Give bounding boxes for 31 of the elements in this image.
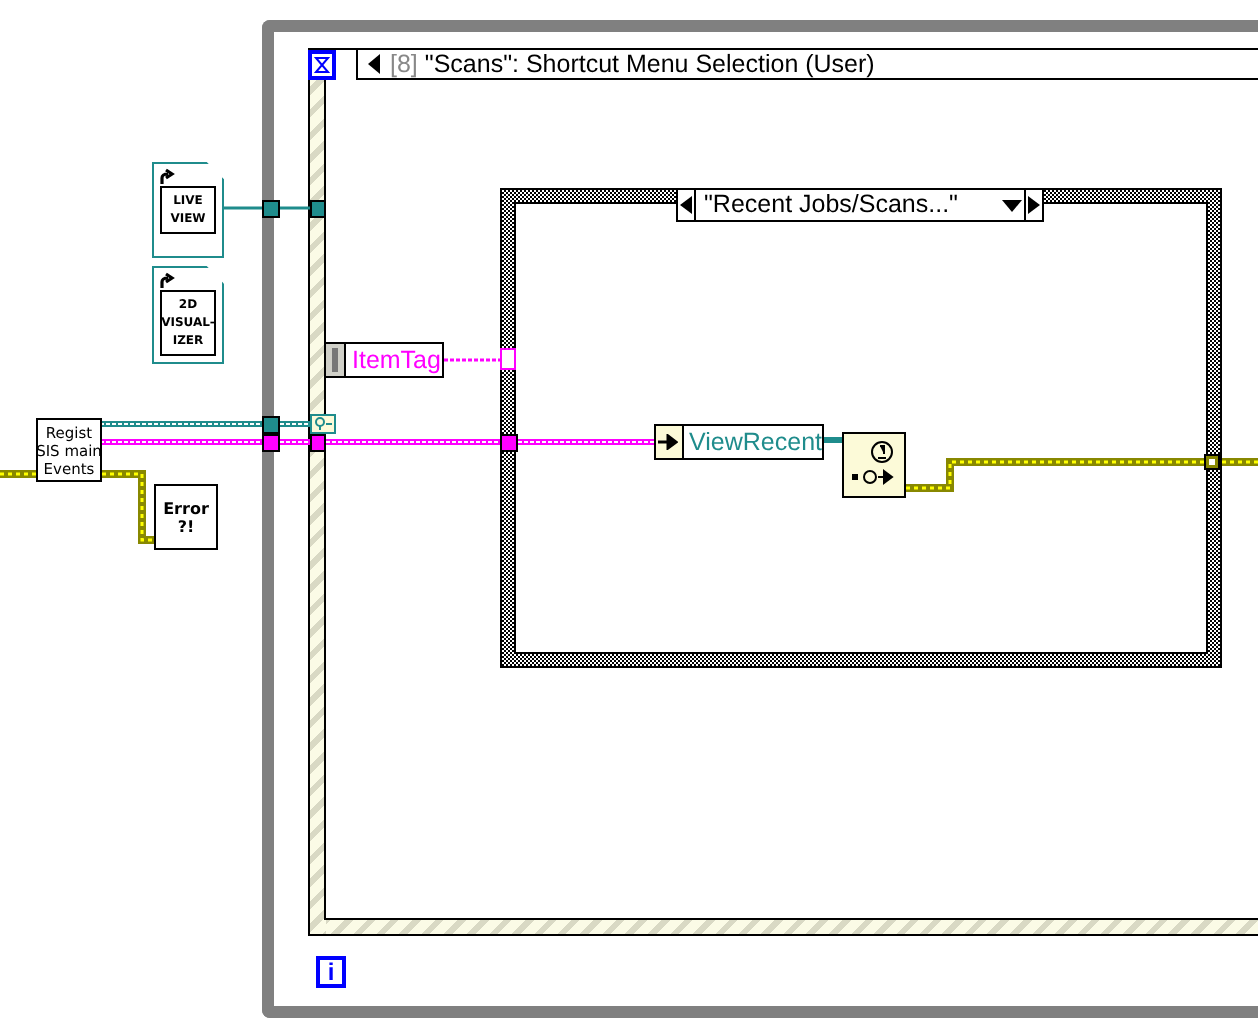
cluster-wire — [279, 439, 311, 445]
loop-iteration-terminal: i — [316, 956, 346, 988]
decrement-arrow-icon[interactable] — [680, 196, 692, 214]
reference-wire — [222, 206, 262, 210]
case-selector[interactable]: "Recent Jobs/Scans..." — [676, 188, 1044, 222]
enum-constant[interactable]: ViewRecent — [654, 424, 824, 460]
arrow-icon — [658, 434, 679, 450]
dropdown-caret-icon[interactable] — [1000, 197, 1024, 213]
enum-value-label: ViewRecent — [687, 426, 822, 458]
shortcut-arrow-icon — [158, 272, 176, 290]
event-data-terminal-icon — [310, 414, 336, 434]
reference-wire — [280, 206, 310, 210]
event-case-label: [8] "Scans": Shortcut Menu Selection (User) — [390, 50, 875, 78]
error-wire — [102, 470, 154, 544]
string-wire — [444, 358, 500, 362]
error-wire — [1222, 458, 1258, 466]
event-registration-wire — [279, 421, 311, 427]
increment-arrow-icon[interactable] — [1028, 196, 1040, 214]
error-wire — [0, 470, 36, 478]
decrement-arrow-icon[interactable] — [366, 54, 382, 74]
error-handler-node[interactable]: Error ?! — [154, 484, 218, 550]
tunnel — [262, 200, 280, 218]
unbundle-element-label: ItemTag — [350, 344, 441, 376]
hourglass-icon — [308, 50, 336, 80]
event-case-selector[interactable]: [8] "Scans": Shortcut Menu Selection (User) — [356, 48, 1258, 80]
shortcut-arrow-icon — [158, 168, 176, 186]
function-node-icon[interactable] — [842, 432, 906, 498]
case-selector-label: "Recent Jobs/Scans..." — [702, 190, 960, 220]
node-label-line: Error — [163, 499, 209, 517]
node-label-line: ?! — [177, 517, 195, 535]
enum-wire — [824, 437, 842, 443]
